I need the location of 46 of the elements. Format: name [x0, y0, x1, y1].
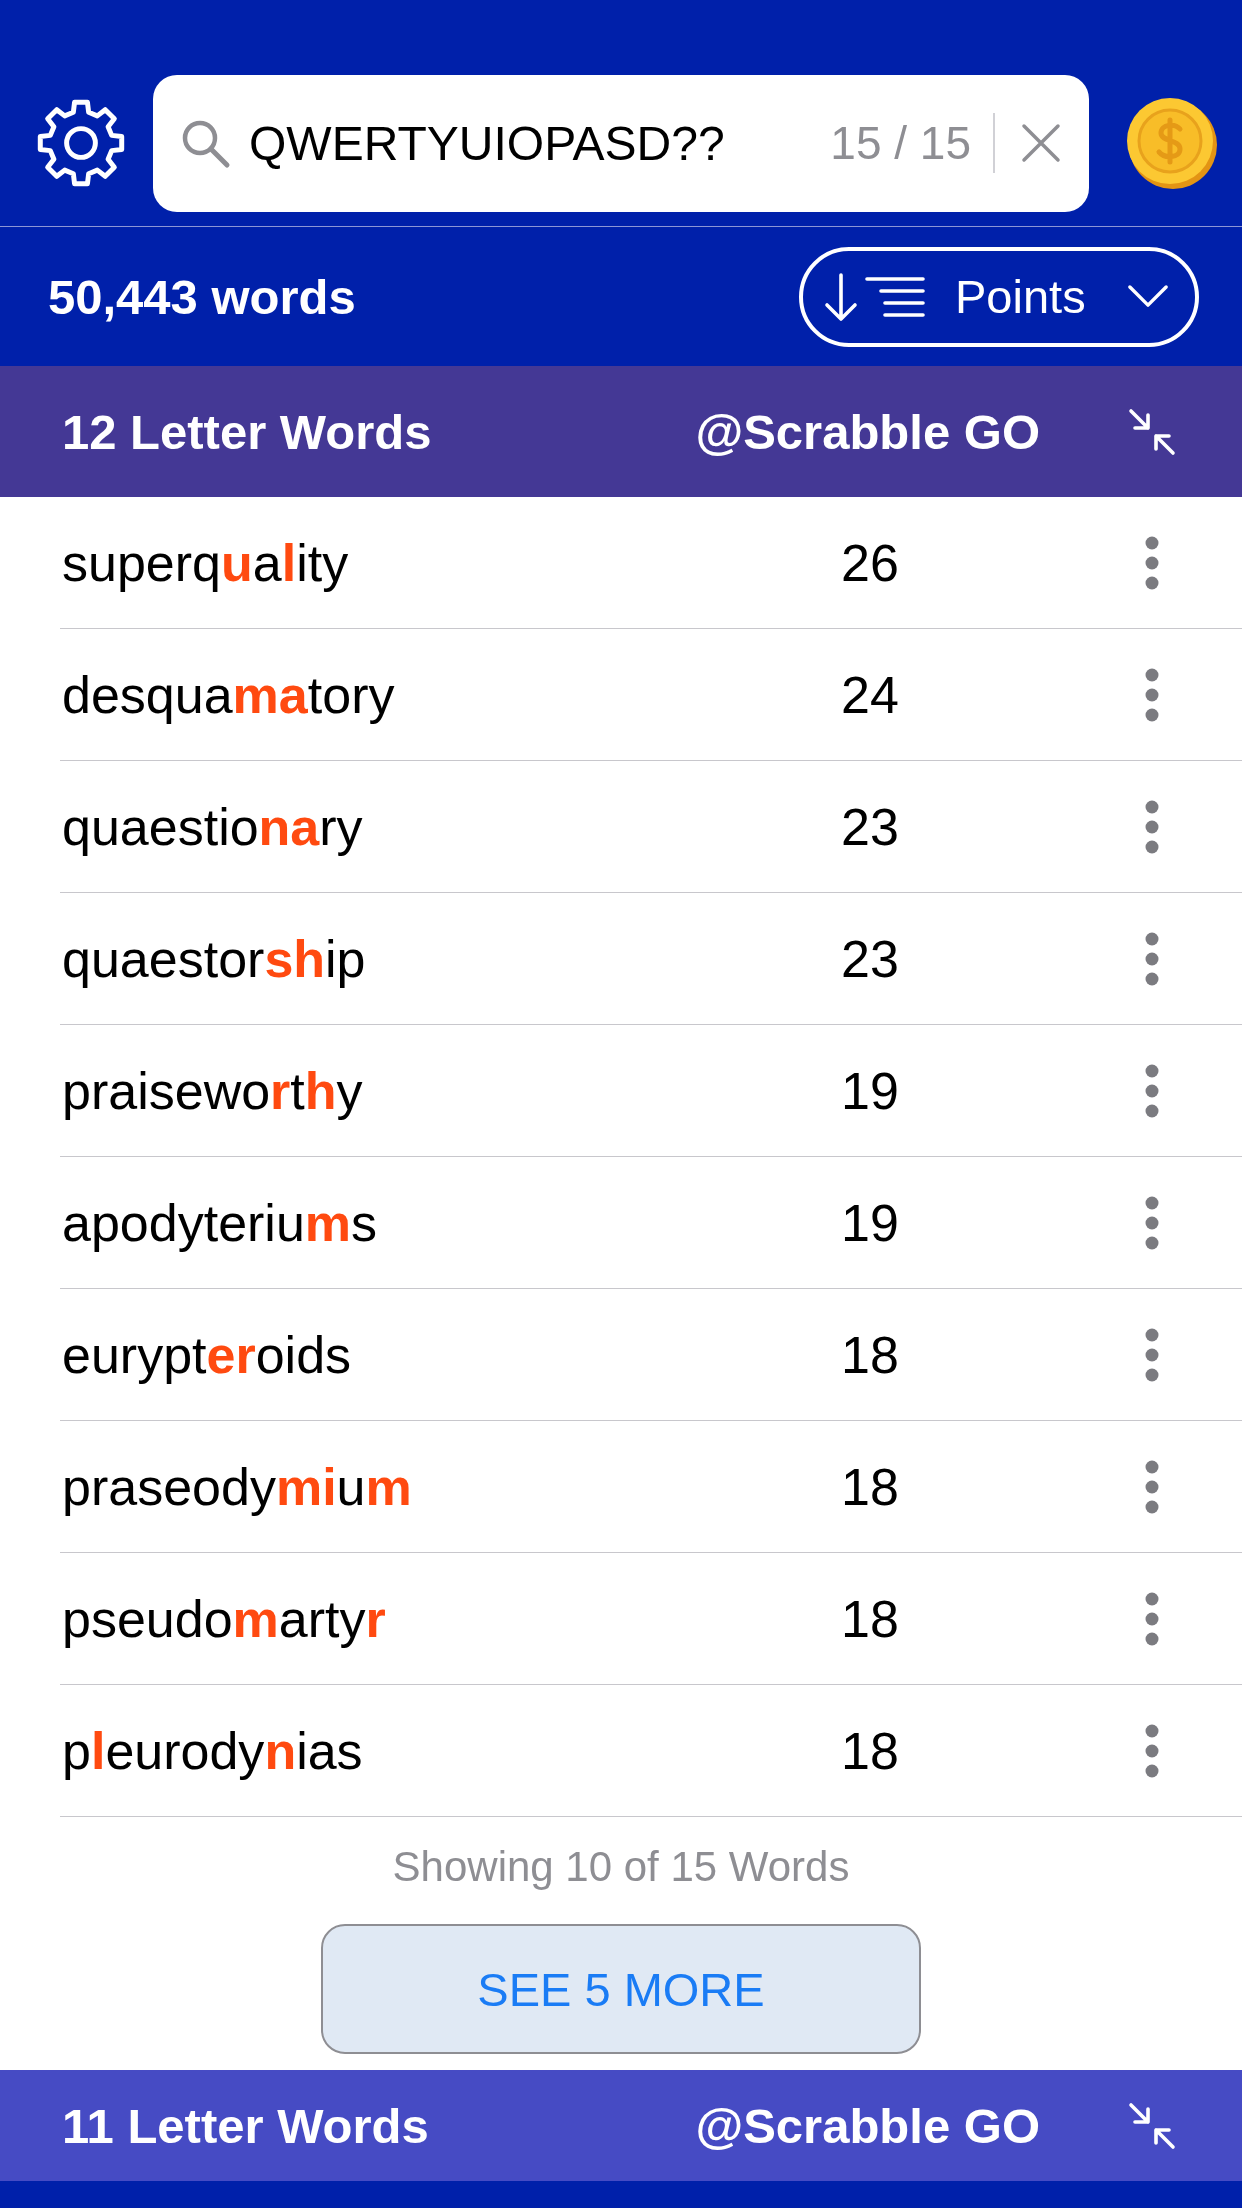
- more-options-icon[interactable]: [1144, 1722, 1160, 1779]
- section-title: 11 Letter Words: [62, 2097, 429, 2154]
- more-options-icon[interactable]: [1144, 798, 1160, 855]
- word-text: pleurodynias: [61, 1720, 363, 1781]
- settings-icon[interactable]: [35, 97, 127, 189]
- more-options-icon[interactable]: [1144, 1326, 1160, 1383]
- more-options-icon[interactable]: [1144, 930, 1160, 987]
- word-text: praseodymium: [61, 1456, 412, 1517]
- source-label: @Scrabble GO: [695, 403, 1040, 460]
- word-text: superquality: [61, 532, 349, 593]
- clear-icon[interactable]: [1021, 123, 1061, 163]
- word-text: eurypteroids: [61, 1324, 352, 1385]
- collapse-icon[interactable]: [1128, 407, 1176, 456]
- more-options-icon[interactable]: [1144, 1458, 1160, 1515]
- points-text: 24: [841, 664, 899, 725]
- points-text: 19: [841, 1192, 899, 1253]
- word-text: desquamatory: [61, 664, 395, 725]
- results-summary-text: Showing 10 of 15 Words: [392, 1842, 850, 1892]
- sort-button[interactable]: Points: [799, 246, 1199, 347]
- points-text: 19: [841, 1060, 899, 1121]
- section-title: 12 Letter Words: [62, 403, 432, 460]
- word-text: praiseworthy: [61, 1060, 363, 1121]
- result-count: 15 / 15: [830, 116, 971, 170]
- points-text: 26: [841, 532, 899, 593]
- word-count-text: 50,443 words: [48, 268, 356, 325]
- word-text: apodyteriums: [61, 1192, 378, 1253]
- chevron-down-icon: [1127, 284, 1169, 309]
- word-text: quaestionary: [61, 796, 363, 857]
- sort-descending-icon: [823, 270, 927, 323]
- coin-icon[interactable]: [1125, 96, 1219, 190]
- collapse-icon[interactable]: [1128, 2101, 1176, 2150]
- more-options-icon[interactable]: [1144, 666, 1160, 723]
- points-text: 18: [841, 1456, 899, 1517]
- more-options-icon[interactable]: [1144, 1590, 1160, 1647]
- points-text: 23: [841, 796, 899, 857]
- source-label: @Scrabble GO: [695, 2097, 1040, 2154]
- word-text: quaestorship: [61, 928, 366, 989]
- more-options-icon[interactable]: [1144, 1194, 1160, 1251]
- points-text: 18: [841, 1324, 899, 1385]
- word-text: pseudomartyr: [61, 1588, 386, 1649]
- more-options-icon[interactable]: [1144, 534, 1160, 591]
- points-text: 18: [841, 1588, 899, 1649]
- more-options-icon[interactable]: [1144, 1062, 1160, 1119]
- search-input[interactable]: QWERTYUIOPASD??: [249, 115, 789, 171]
- points-text: 23: [841, 928, 899, 989]
- points-text: 18: [841, 1720, 899, 1781]
